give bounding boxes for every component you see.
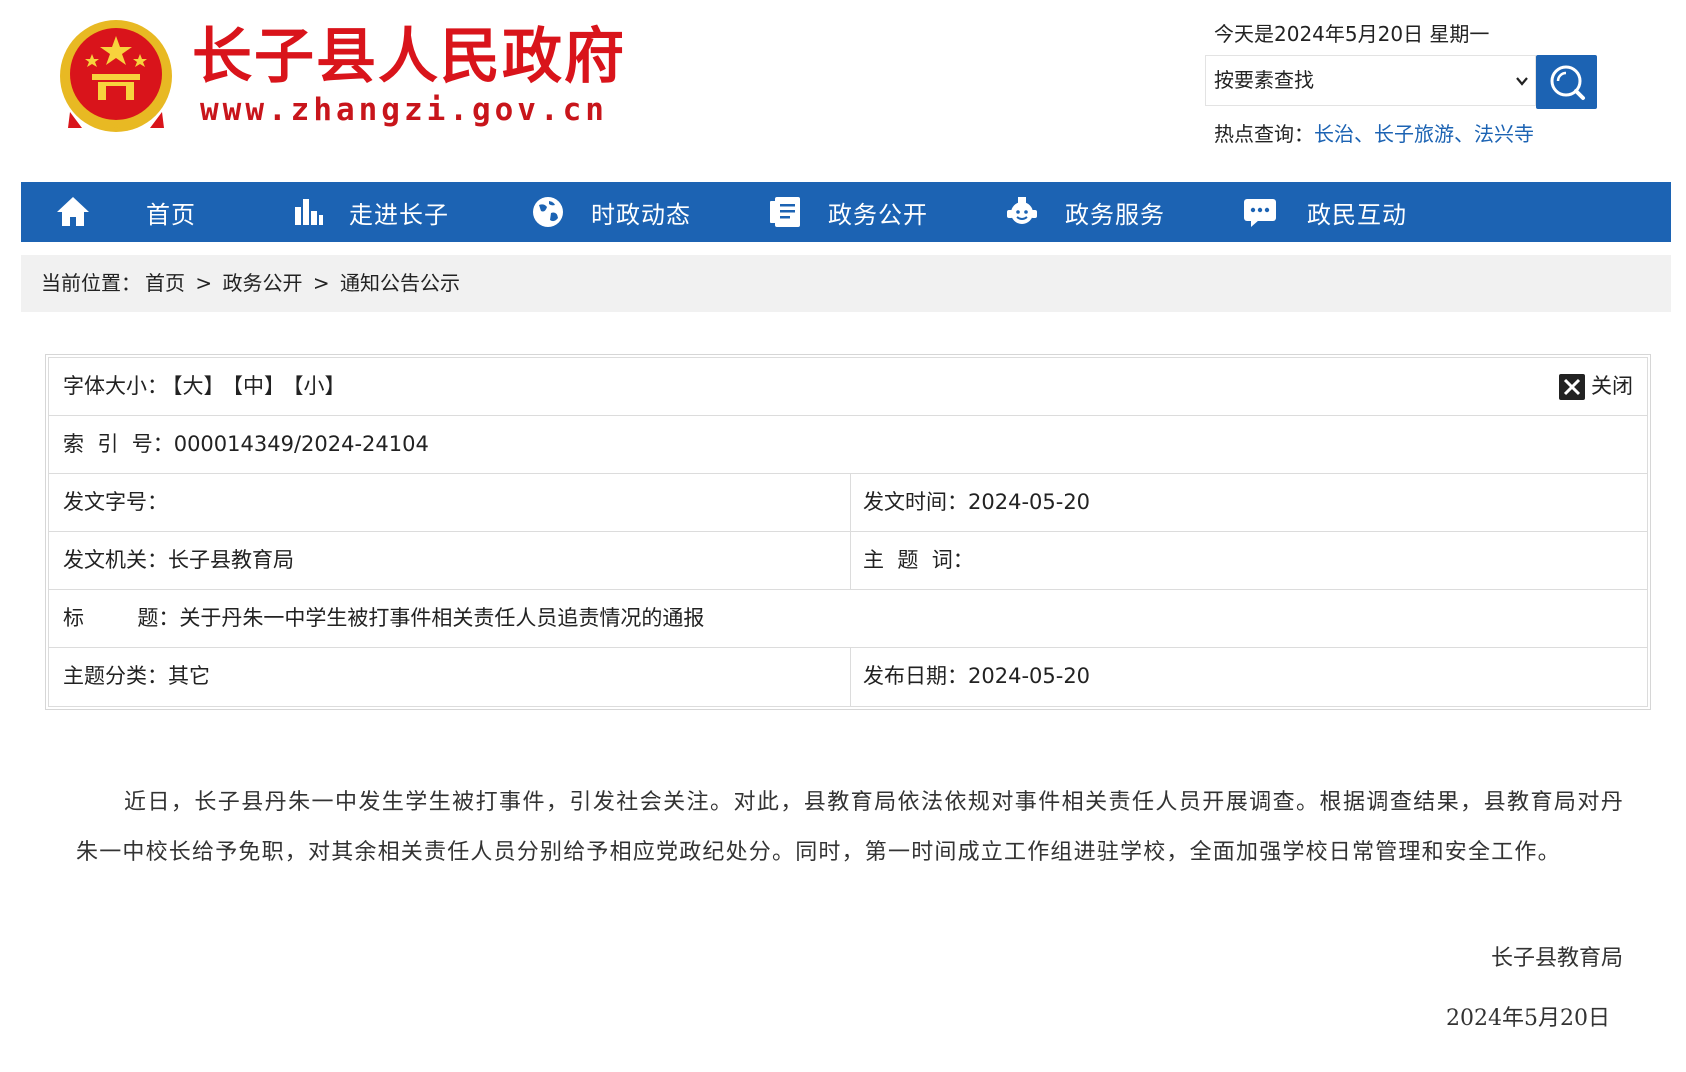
hot-link-changzhi[interactable]: 长治 xyxy=(1314,122,1354,146)
hot-link-tourism[interactable]: 长子旅游 xyxy=(1374,122,1454,146)
issuer-value: 长子县教育局 xyxy=(168,548,294,572)
article-date: 2024年5月20日 xyxy=(1446,1006,1610,1031)
title-row: 标 题：关于丹朱一中学生被打事件相关责任人员追责情况的通报 xyxy=(49,590,1647,648)
category-label: 主题分类： xyxy=(63,664,168,688)
nav-item-about[interactable]: 走进长子 xyxy=(289,182,449,242)
search-icon xyxy=(1550,65,1585,100)
breadcrumb-bar: 当前位置： 首页 > 政务公开 > 通知公告公示 xyxy=(21,255,1671,312)
publish-date-value: 2024-05-20 xyxy=(968,664,1091,688)
document-icon xyxy=(770,197,800,227)
nav-item-news[interactable]: 时政动态 xyxy=(529,182,691,242)
doc-no-label: 发文字号： xyxy=(63,490,168,514)
category-value: 其它 xyxy=(168,664,210,688)
issuer-row: 发文机关：长子县教育局 主 题 词： xyxy=(49,532,1647,590)
breadcrumb-prefix: 当前位置： xyxy=(41,271,141,295)
font-size-label: 字体大小： xyxy=(63,374,168,398)
article-signature: 长子县教育局 xyxy=(1490,946,1623,971)
national-emblem-icon xyxy=(60,20,172,132)
issuer-label: 发文机关： xyxy=(63,548,168,572)
font-size-medium[interactable]: 【中】 xyxy=(233,374,286,398)
document-info-table: 字体大小： 【大】 【中】 【小】 关闭 索 引 号：000014349/2024-2… xyxy=(45,354,1651,710)
close-icon xyxy=(1559,373,1585,400)
service-icon xyxy=(1007,197,1037,224)
chevron-down-icon xyxy=(1516,77,1528,86)
site-header: 长子县人民政府 www.zhangzi.gov.cn 今天是2024年5月20日… xyxy=(0,0,1686,180)
close-button[interactable]: 关闭 xyxy=(1559,358,1633,415)
site-url: www.zhangzi.gov.cn xyxy=(200,92,608,128)
breadcrumb: 当前位置： 首页 > 政务公开 > 通知公告公示 xyxy=(41,271,460,295)
category-row: 主题分类：其它 发布日期：2024-05-20 xyxy=(49,648,1647,706)
breadcrumb-gov-affairs[interactable]: 政务公开 xyxy=(222,271,302,295)
search-type-select[interactable]: 按要素查找 xyxy=(1205,55,1536,106)
index-label: 索 引 号： xyxy=(63,432,174,456)
hot-link-faxing-temple[interactable]: 法兴寺 xyxy=(1474,122,1534,146)
breadcrumb-home[interactable]: 首页 xyxy=(145,271,185,295)
index-row: 索 引 号：000014349/2024-24104 xyxy=(49,416,1647,474)
keywords-label: 主 题 词： xyxy=(863,548,974,572)
chat-icon xyxy=(1244,199,1276,227)
main-nav: 首页 走进长子 时政动态 政务公开 政务服务 政民互动 xyxy=(21,182,1671,242)
nav-item-home[interactable]: 首页 xyxy=(54,182,196,242)
font-size-controls: 字体大小： 【大】 【中】 【小】 xyxy=(63,358,346,415)
issue-time-label: 发文时间： xyxy=(863,490,968,514)
site-title: 长子县人民政府 xyxy=(192,22,626,92)
font-size-large[interactable]: 【大】 xyxy=(172,374,225,398)
nav-item-gov-affairs[interactable]: 政务公开 xyxy=(766,182,928,242)
close-label: 关闭 xyxy=(1591,374,1633,398)
hot-search-label: 热点查询： xyxy=(1214,122,1314,146)
publish-date-label: 发布日期： xyxy=(863,664,968,688)
breadcrumb-notices[interactable]: 通知公告公示 xyxy=(340,271,460,295)
font-size-row: 字体大小： 【大】 【中】 【小】 关闭 xyxy=(49,358,1647,416)
font-size-small[interactable]: 【小】 xyxy=(293,374,346,398)
index-value: 000014349/2024-24104 xyxy=(173,432,429,456)
chart-icon xyxy=(295,199,323,225)
article-body: 近日，长子县丹朱一中发生学生被打事件，引发社会关注。对此，县教育局依法依规对事件… xyxy=(76,790,1624,865)
issue-time-value: 2024-05-20 xyxy=(968,490,1091,514)
search-select-value: 按要素查找 xyxy=(1214,68,1314,92)
title-value: 关于丹朱一中学生被打事件相关责任人员追责情况的通报 xyxy=(179,606,705,630)
nav-item-gov-services[interactable]: 政务服务 xyxy=(1003,182,1165,242)
globe-icon xyxy=(533,197,563,227)
search-button[interactable] xyxy=(1536,55,1597,109)
home-icon xyxy=(57,197,89,226)
today-date: 今天是2024年5月20日 星期一 xyxy=(1214,22,1490,46)
title-label: 标 题： xyxy=(63,606,180,630)
hot-search: 热点查询：长治、长子旅游、法兴寺 xyxy=(1214,122,1534,146)
doc-no-row: 发文字号： 发文时间：2024-05-20 xyxy=(49,474,1647,532)
nav-item-interaction[interactable]: 政民互动 xyxy=(1241,182,1407,242)
